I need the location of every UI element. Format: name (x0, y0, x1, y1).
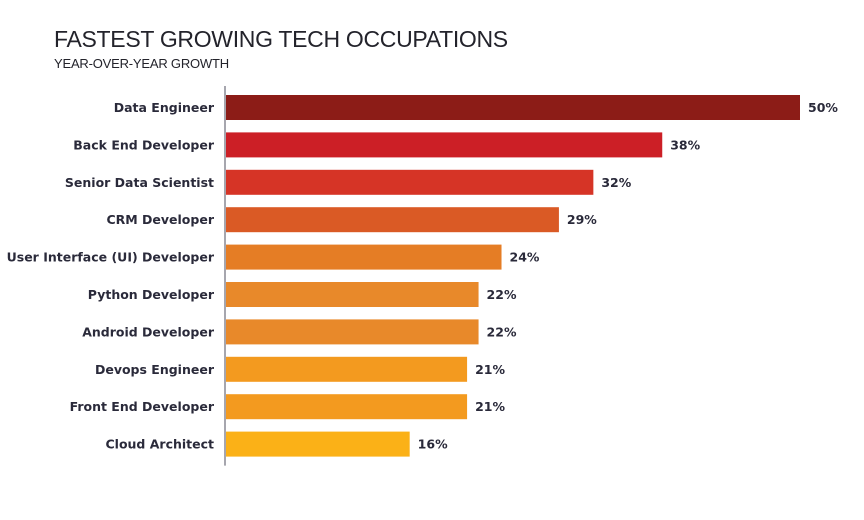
category-label: Android Developer (82, 324, 215, 339)
category-label: Data Engineer (114, 100, 215, 115)
bars-group (226, 95, 800, 457)
bar-user-interface-ui-developer (226, 244, 502, 270)
value-label: 29% (567, 212, 597, 227)
category-label: Front End Developer (70, 399, 215, 414)
value-label: 16% (418, 437, 448, 452)
value-label: 21% (475, 399, 505, 414)
value-label: 38% (670, 137, 700, 152)
bar-senior-data-scientist (226, 169, 594, 195)
bar-back-end-developer (226, 132, 663, 158)
category-labels-group: Data Engineer Back End Developer Senior Da… (7, 100, 215, 452)
value-label: 22% (487, 287, 517, 302)
bar-crm-developer (226, 207, 559, 233)
bar-cloud-architect (226, 431, 410, 457)
value-label: 32% (601, 175, 631, 190)
bar-devops-engineer (226, 356, 468, 382)
bar-android-developer (226, 319, 479, 345)
bar-python-developer (226, 282, 479, 307)
value-label: 22% (487, 324, 517, 339)
category-label: Senior Data Scientist (65, 175, 214, 190)
value-label: 24% (510, 250, 540, 265)
category-label: Cloud Architect (105, 437, 214, 452)
category-label: Python Developer (88, 287, 215, 302)
value-label: 21% (475, 362, 505, 377)
bar-chart: Data Engineer Back End Developer Senior Da… (7, 86, 838, 466)
category-label: CRM Developer (106, 212, 214, 227)
category-label: Back End Developer (73, 137, 215, 152)
category-label: Devops Engineer (95, 362, 215, 377)
bar-front-end-developer (226, 394, 468, 420)
value-label: 50% (808, 100, 838, 115)
category-label: User Interface (UI) Developer (7, 250, 215, 265)
bar-data-engineer (226, 95, 800, 120)
